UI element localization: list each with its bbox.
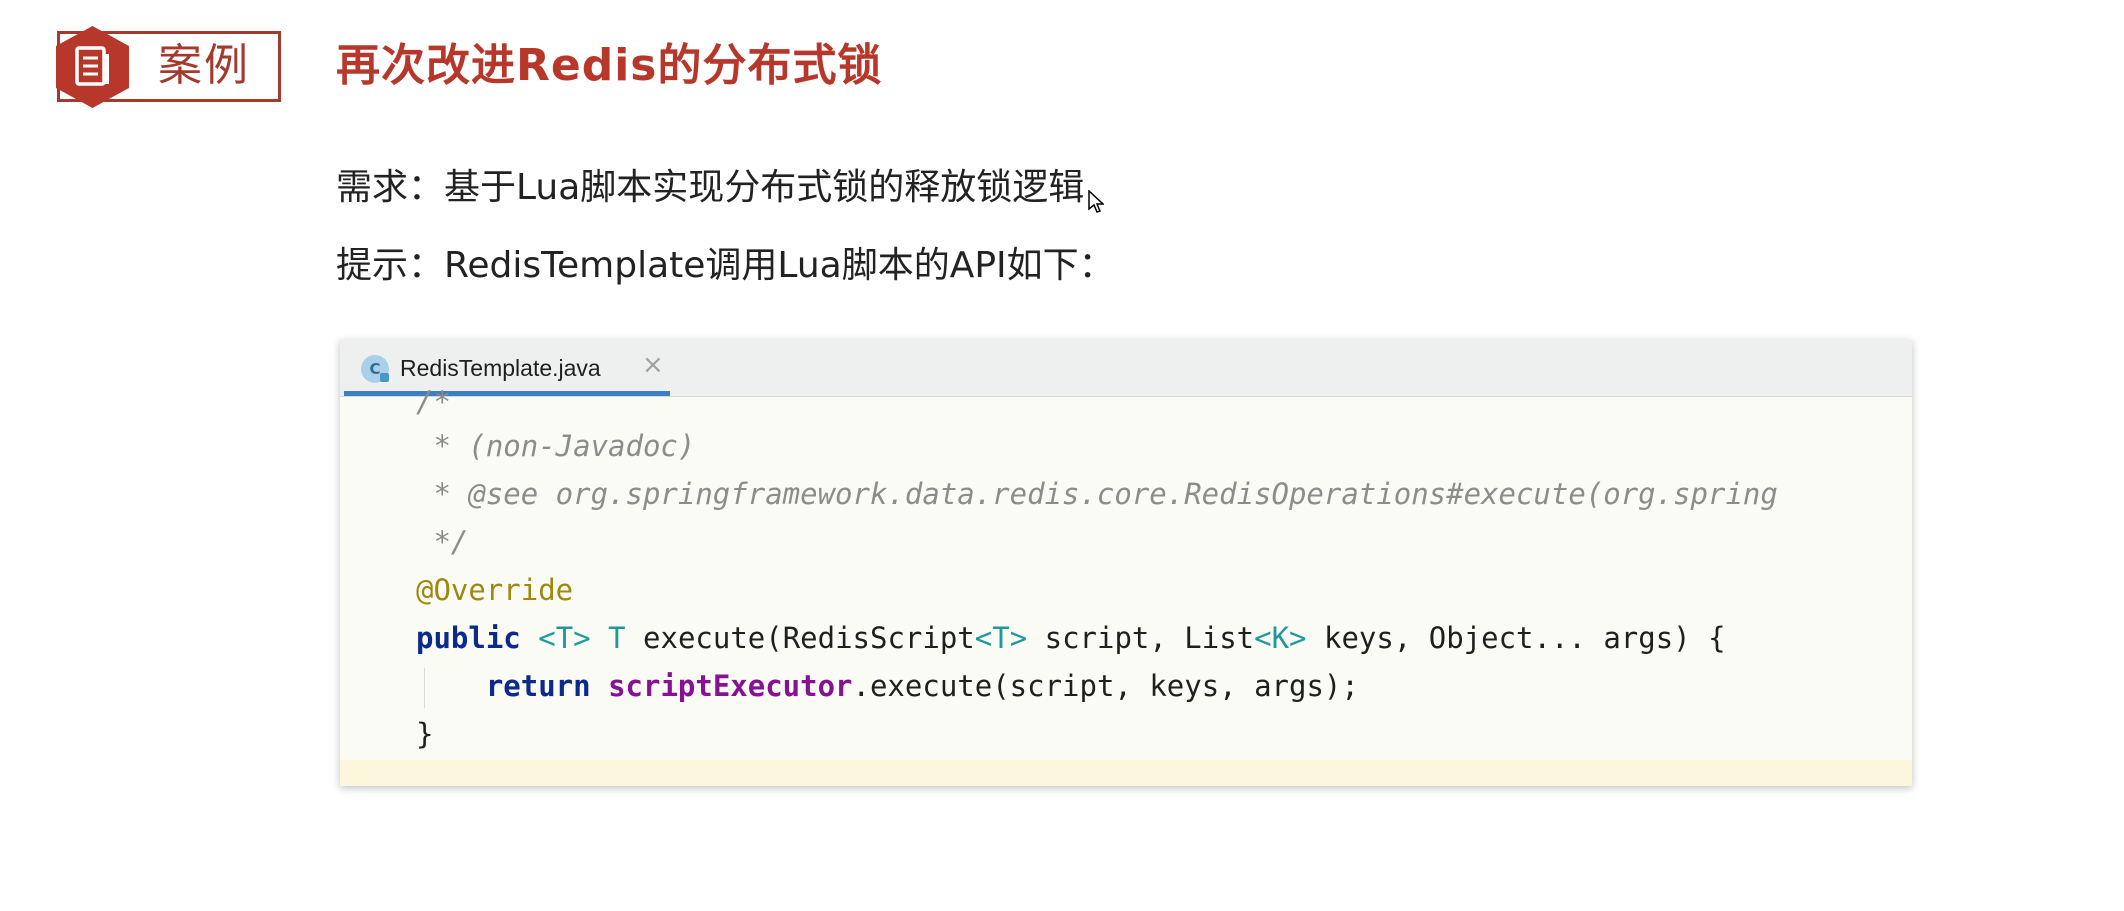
- code-line: * @see org.springframework.data.redis.co…: [416, 477, 1778, 511]
- requirement-text: 需求：基于Lua脚本实现分布式锁的释放锁逻辑: [336, 167, 1085, 208]
- code-token: keys, Object... args) {: [1306, 621, 1726, 655]
- page-title: 再次改进Redis的分布式锁: [336, 40, 883, 91]
- code-area: /* * (non-Javadoc) * @see org.springfram…: [340, 385, 1912, 786]
- type-param: <K>: [1254, 621, 1307, 655]
- section-tag-label: 案例: [158, 40, 250, 91]
- editor-tab-bar: C RedisTemplate.java ×: [340, 340, 1912, 397]
- code-line: public <T> T execute(RedisScript<T> scri…: [416, 618, 1726, 658]
- code-line: @Override: [416, 573, 574, 607]
- code-line: return scriptExecutor.execute(script, ke…: [416, 666, 1359, 706]
- code-line: /*: [416, 385, 451, 419]
- code-line: */: [416, 525, 469, 559]
- type-param: <T>: [538, 621, 591, 655]
- code-line: }: [416, 717, 434, 751]
- keyword: return: [485, 669, 591, 703]
- code-token: .execute(script, keys, args);: [852, 669, 1359, 703]
- current-line-highlight: [340, 760, 1912, 786]
- tab-redistemplate-java[interactable]: C RedisTemplate.java ×: [344, 340, 670, 396]
- document-icon: [56, 26, 129, 108]
- code-token: script, List: [1027, 621, 1255, 655]
- tab-filename: RedisTemplate.java: [400, 355, 601, 381]
- code-editor: C RedisTemplate.java × /* * (non-Javadoc…: [340, 340, 1912, 786]
- class-badge-icon: [380, 373, 389, 382]
- type-param: <T>: [974, 621, 1028, 655]
- hint-text: 提示：RedisTemplate调用Lua脚本的API如下：: [336, 245, 1115, 286]
- code-token: execute(RedisScript: [625, 621, 975, 655]
- mouse-cursor-icon: [1088, 190, 1104, 213]
- code-line: * (non-Javadoc): [416, 429, 696, 463]
- field-reference: scriptExecutor: [608, 669, 853, 703]
- close-icon[interactable]: ×: [642, 350, 664, 380]
- type-param: T: [608, 621, 626, 655]
- keyword: public: [416, 621, 521, 655]
